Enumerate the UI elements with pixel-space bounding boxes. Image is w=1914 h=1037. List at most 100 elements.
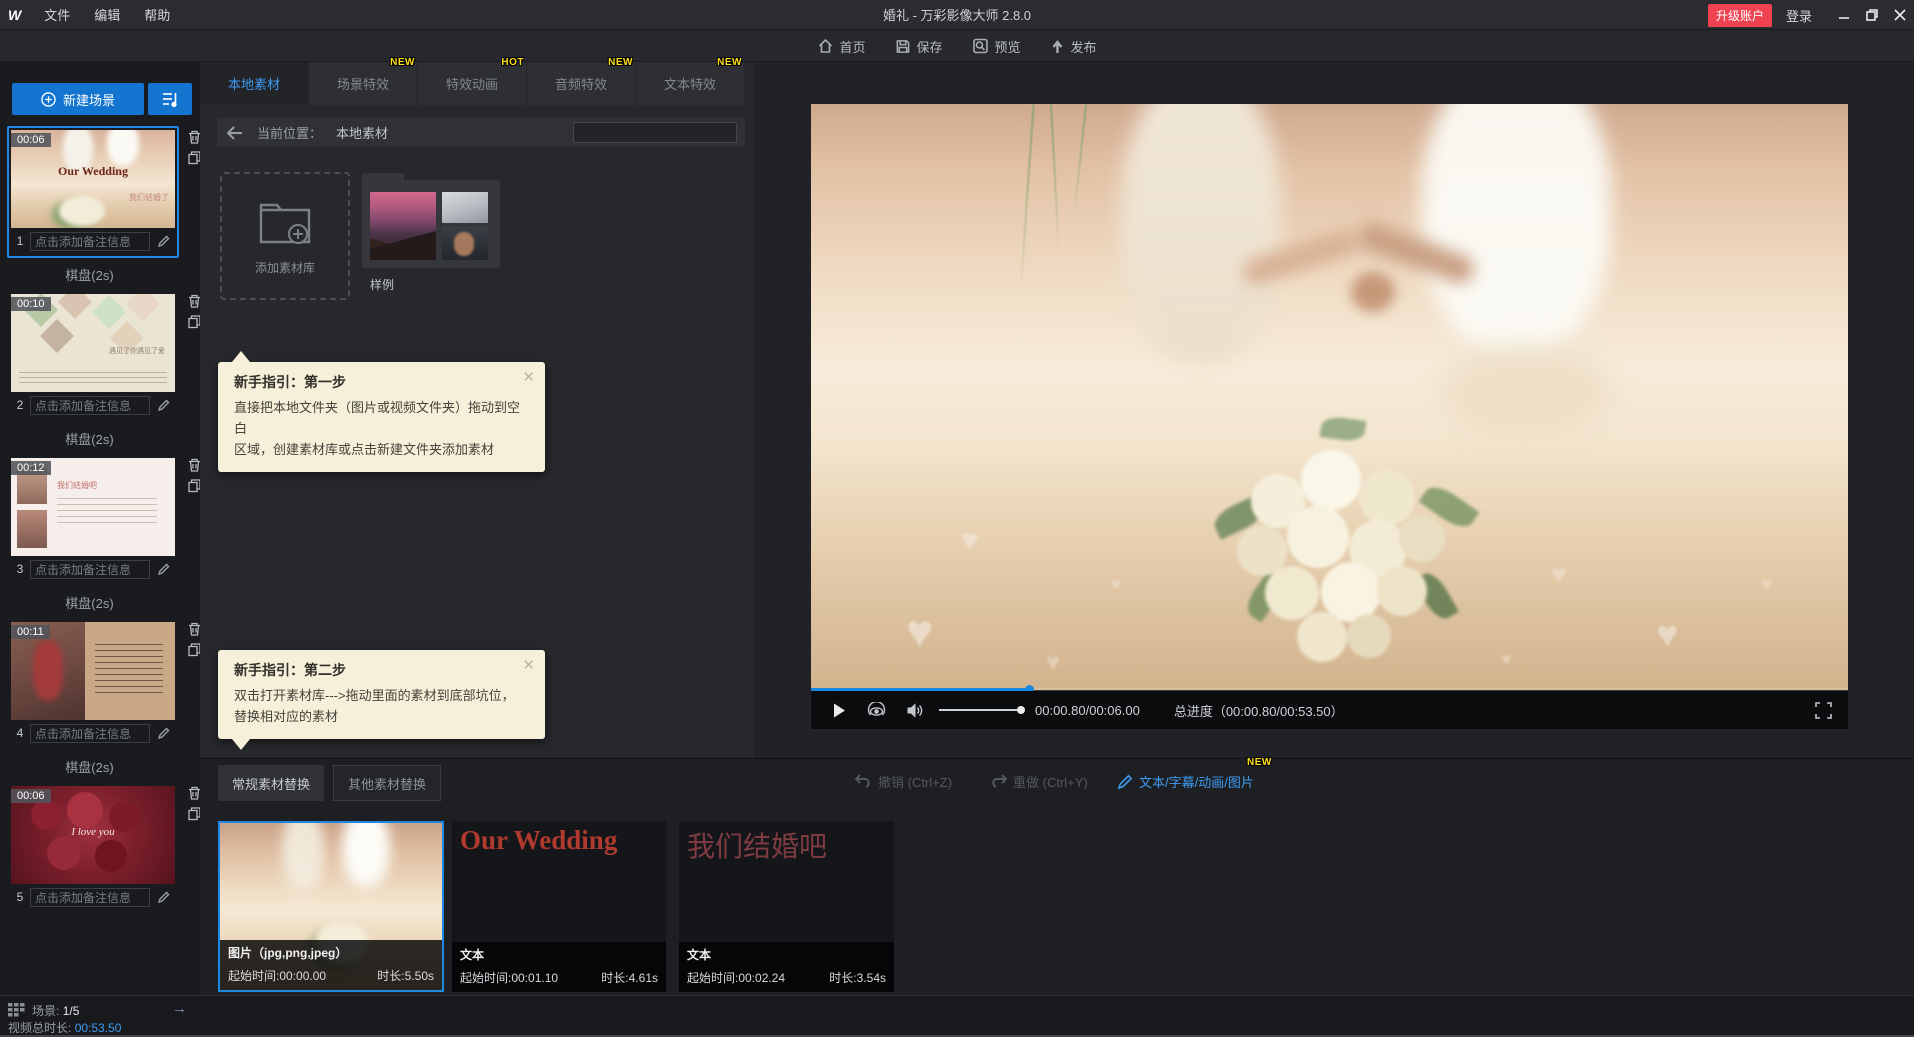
player-controls: 00:00.80/00:06.00 总进度（00:00.80/00:53.50）	[811, 691, 1848, 729]
next-scene-arrow-icon[interactable]: →	[172, 1000, 187, 1017]
storyboard-grid-icon[interactable]	[8, 1003, 25, 1017]
location-bar: 当前位置： 本地素材	[217, 118, 745, 147]
scene-item-2[interactable]: 遇见了你遇见了爱 00:10 2 点击添加备注信息	[7, 290, 201, 422]
menu-help[interactable]: 帮助	[144, 5, 170, 24]
new-badge: NEW	[608, 57, 633, 68]
save-button[interactable]: 保存	[895, 37, 943, 56]
new-badge: NEW	[390, 57, 415, 68]
close-icon[interactable]: ✕	[522, 656, 535, 674]
menu-file[interactable]: 文件	[44, 5, 70, 24]
edit-note-icon[interactable]	[157, 890, 171, 904]
scene-2-note-input[interactable]: 点击添加备注信息	[30, 395, 150, 415]
search-box[interactable]	[573, 122, 737, 143]
volume-icon[interactable]	[907, 702, 923, 718]
edit-note-icon[interactable]	[157, 562, 171, 576]
text-slot-preview: Our Wedding	[460, 825, 618, 855]
scene-3-thumbnail[interactable]: 我们结婚吧 00:12	[11, 458, 175, 556]
tab-other-replacement[interactable]: 其他素材替换	[333, 765, 442, 801]
slot-type-label: 图片（jpg,png,jpeg）	[228, 946, 348, 960]
scene-time-display: 00:00.80/00:06.00	[1035, 702, 1140, 718]
upgrade-account-button[interactable]: 升级账户	[1707, 3, 1772, 27]
search-input[interactable]	[574, 125, 737, 140]
scene-4-note-input[interactable]: 点击添加备注信息	[30, 723, 150, 743]
edit-note-icon[interactable]	[157, 398, 171, 412]
scene-2-caption: 遇见了你遇见了爱	[109, 348, 165, 355]
video-canvas: ♥ ♥ ♥ ♥ ♥ ♥ ♥ ♥	[811, 104, 1848, 690]
scene-1-note-input[interactable]: 点击添加备注信息	[30, 231, 150, 251]
material-slot-text-2[interactable]: 我们结婚吧 文本 起始时间:00:02.24 时长:3.54s	[679, 821, 894, 992]
scene-2-duration-badge: 00:10	[11, 297, 51, 311]
sample-image-2	[442, 227, 488, 260]
scene-1-thumbnail[interactable]: Our Wedding 我们结婚了 00:06	[11, 130, 175, 228]
scene-item-5[interactable]: I love you 00:06 5 点击添加备注信息	[7, 782, 201, 914]
tab-local-materials[interactable]: 本地素材	[200, 62, 309, 105]
pencil-icon	[1118, 774, 1133, 789]
main-toolbar: 首页 保存 预览 发布	[0, 30, 1914, 62]
tab-scene-effects[interactable]: 场景特效 NEW	[309, 57, 418, 105]
scene-item-1[interactable]: Our Wedding 我们结婚了 00:06 1 点击添加备注信息	[7, 126, 201, 258]
fullscreen-icon[interactable]	[1815, 701, 1832, 719]
preview-button[interactable]: 预览	[973, 37, 1021, 56]
minimize-button[interactable]	[1830, 0, 1858, 30]
slot-duration: 时长:3.54s	[829, 971, 886, 985]
tab-text-effects[interactable]: 文本特效 NEW	[636, 57, 745, 105]
scene-4-duration-badge: 00:11	[11, 625, 50, 639]
scene-4-thumbnail[interactable]: 00:11	[11, 622, 175, 720]
slot-start-time: 起始时间:00:01.10	[460, 971, 559, 985]
transition-label-4[interactable]: 棋盘(2s)	[0, 757, 179, 776]
material-slot-text-1[interactable]: Our Wedding 文本 起始时间:00:01.10 时长:4.61s	[452, 821, 666, 992]
preview-icon	[973, 38, 988, 54]
edit-note-icon[interactable]	[157, 726, 171, 740]
publish-button[interactable]: 发布	[1051, 37, 1097, 56]
scene-2-thumbnail[interactable]: 遇见了你遇见了爱 00:10	[11, 294, 175, 392]
scene-3-note-input[interactable]: 点击添加备注信息	[30, 559, 150, 579]
text-subtitle-animation-image-button[interactable]: 文本/字幕/动画/图片 NEW	[1118, 757, 1271, 803]
edit-note-icon[interactable]	[157, 234, 171, 248]
transition-label-2[interactable]: 棋盘(2s)	[0, 429, 179, 448]
tab-effect-animation[interactable]: 特效动画 HOT	[418, 57, 527, 105]
undo-button[interactable]: 撤销 (Ctrl+Z)	[855, 759, 952, 803]
home-button[interactable]: 首页	[817, 37, 865, 56]
new-scene-button[interactable]: 新建场景	[12, 83, 144, 115]
scene-item-4[interactable]: 00:11 4 点击添加备注信息	[7, 618, 201, 750]
sample-folder-label: 样例	[370, 278, 395, 292]
transition-label-1[interactable]: 棋盘(2s)	[0, 265, 179, 284]
scene-2-number: 2	[16, 398, 24, 412]
add-library-label: 添加素材库	[254, 261, 315, 275]
redo-button[interactable]: 重做 (Ctrl+Y)	[990, 759, 1088, 803]
close-button[interactable]	[1886, 0, 1914, 30]
close-icon[interactable]: ✕	[522, 368, 535, 386]
app-window: W 文件 编辑 帮助 婚礼 - 万彩影像大师 2.8.0 升级账户 登录 首页 …	[0, 0, 1914, 1037]
loop-preview-icon[interactable]	[867, 701, 886, 719]
materials-tab-bar: 本地素材 场景特效 NEW 特效动画 HOT 音频特效 NEW 文本特效 NEW	[200, 57, 745, 105]
scene-manager-button[interactable]	[148, 83, 192, 115]
volume-slider[interactable]	[939, 706, 1025, 714]
transition-label-3[interactable]: 棋盘(2s)	[0, 593, 179, 612]
sample-folder[interactable]	[362, 173, 500, 268]
location-value: 本地素材	[336, 126, 389, 141]
sample-image-mountain	[370, 192, 436, 260]
tip2-line2: 替换相对应的素材	[234, 709, 339, 724]
menu-edit[interactable]: 编辑	[94, 5, 120, 24]
add-material-library-dropzone[interactable]: 添加素材库	[220, 172, 350, 300]
scene-3-caption: 我们结婚吧	[57, 481, 97, 490]
scene-5-caption: I love you	[71, 826, 115, 838]
material-slot-image[interactable]: 图片（jpg,png,jpeg） 起始时间:00:00.00 时长:5.50s	[218, 821, 444, 992]
scene-counter-value: 1/5	[62, 1004, 80, 1018]
scene-5-note-input[interactable]: 点击添加备注信息	[30, 887, 150, 907]
scene-5-thumbnail[interactable]: I love you 00:06	[11, 786, 175, 884]
back-arrow-icon[interactable]	[227, 125, 243, 140]
volume-handle[interactable]	[1017, 706, 1025, 714]
preview-panel: ♥ ♥ ♥ ♥ ♥ ♥ ♥ ♥ 00:00.80/00:06.00 总进度（00…	[755, 62, 1914, 758]
play-button[interactable]	[833, 703, 846, 718]
restore-button[interactable]	[1858, 0, 1886, 30]
tab-regular-replacement[interactable]: 常规素材替换	[218, 765, 325, 801]
new-badge: NEW	[717, 57, 742, 68]
slot-type-label: 文本	[460, 948, 485, 962]
tab-audio-effects[interactable]: 音频特效 NEW	[527, 57, 636, 105]
sample-image-1	[442, 192, 488, 223]
window-title: 婚礼 - 万彩影像大师 2.8.0	[882, 8, 1032, 23]
scene-item-3[interactable]: 我们结婚吧 00:12 3 点击添加备注信息	[7, 454, 201, 586]
slot-type-label: 文本	[687, 948, 712, 962]
login-button[interactable]: 登录	[1786, 6, 1812, 25]
